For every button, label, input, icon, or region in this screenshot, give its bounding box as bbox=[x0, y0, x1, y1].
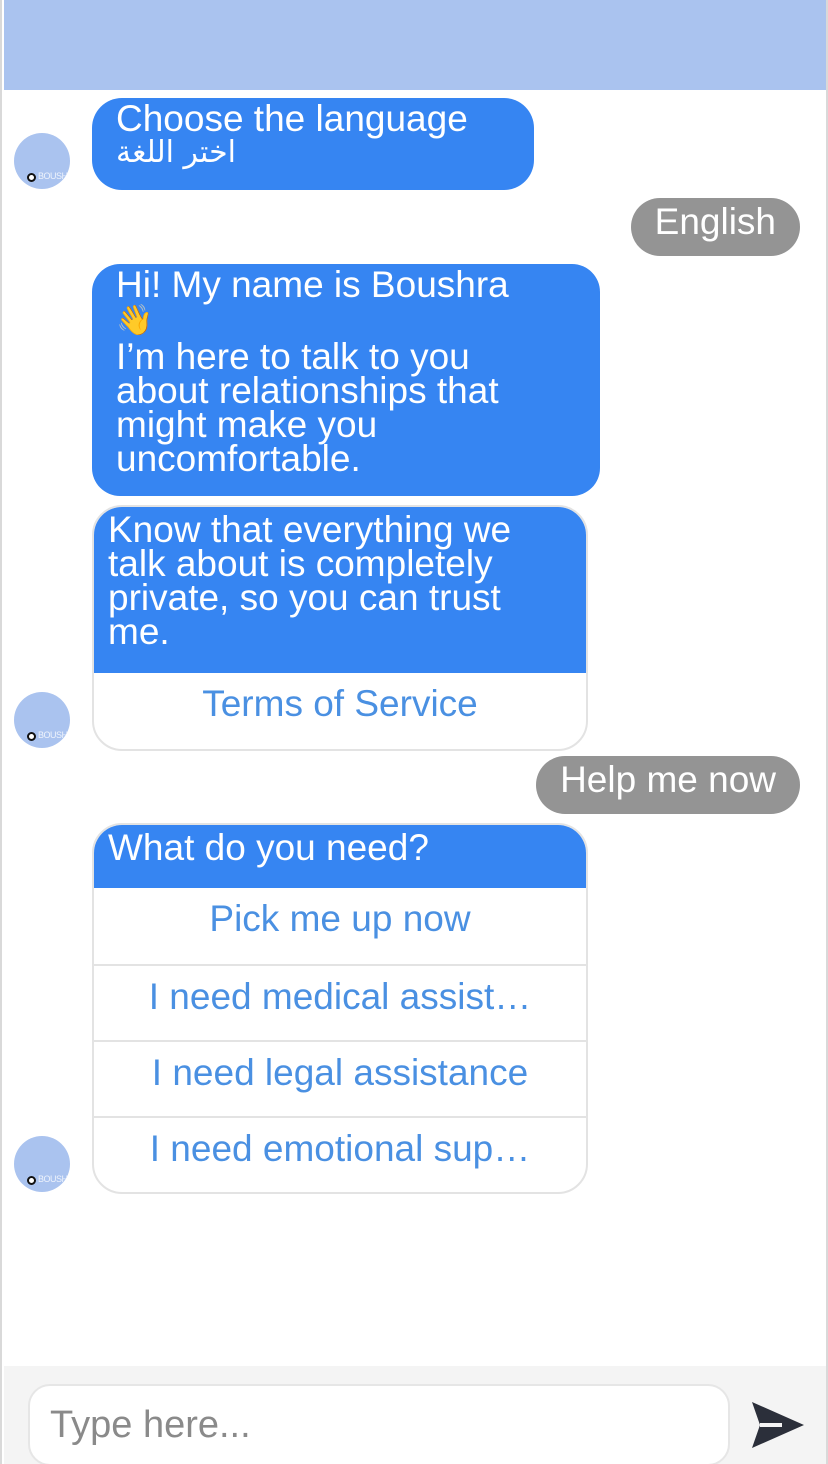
bot-avatar: BOUSHRA bbox=[14, 133, 70, 189]
message-input[interactable] bbox=[28, 1384, 730, 1464]
message-text: about relationships that bbox=[116, 370, 499, 411]
option-legal-assistance-button[interactable]: I need legal assistance bbox=[94, 1040, 586, 1116]
card-header: Know that everything we talk about is co… bbox=[94, 507, 586, 673]
message-text: uncomfortable. bbox=[116, 438, 361, 479]
avatar-watermark: BOUSHRA bbox=[38, 730, 70, 740]
message-composer bbox=[4, 1366, 826, 1464]
bot-avatar: BOUSHRA bbox=[14, 692, 70, 748]
chat-window: BOUSHRA Choose the language اختر اللغة E… bbox=[0, 0, 828, 1464]
user-message-help: Help me now bbox=[536, 756, 800, 814]
send-icon[interactable] bbox=[748, 1396, 806, 1454]
message-text: might make you bbox=[116, 404, 378, 445]
message-text: talk about is completely bbox=[108, 543, 493, 584]
user-message-english: English bbox=[630, 198, 800, 256]
message-text: What do you need? bbox=[108, 827, 429, 868]
card-header: What do you need? bbox=[94, 825, 586, 888]
message-text: private, so you can trust bbox=[108, 577, 501, 618]
message-text: Know that everything we bbox=[108, 509, 512, 550]
message-text: me. bbox=[108, 611, 170, 652]
option-emotional-support-button[interactable]: I need emotional sup… bbox=[94, 1116, 586, 1192]
waving-hand-icon: 👋 bbox=[116, 304, 154, 337]
bot-avatar: BOUSHRA bbox=[14, 1136, 70, 1192]
avatar-dot-icon bbox=[27, 173, 36, 182]
bot-card-needs: What do you need? Pick me up now I need … bbox=[92, 823, 588, 1194]
terms-of-service-button[interactable]: Terms of Service bbox=[94, 673, 586, 749]
message-text: Choose the language bbox=[116, 98, 468, 139]
message-text: I’m here to talk to you bbox=[116, 336, 470, 377]
message-text-arabic: اختر اللغة bbox=[116, 135, 236, 170]
option-medical-assistance-button[interactable]: I need medical assist… bbox=[94, 964, 586, 1040]
avatar-dot-icon bbox=[27, 732, 36, 741]
avatar-watermark: BOUSHRA bbox=[38, 1174, 70, 1184]
bot-card-privacy: Know that everything we talk about is co… bbox=[92, 505, 588, 751]
bot-message-intro: Hi! My name is Boushra 👋 I’m here to tal… bbox=[92, 264, 600, 496]
message-text: Hi! My name is Boushra bbox=[116, 264, 509, 305]
avatar-dot-icon bbox=[27, 1176, 36, 1185]
bot-message-language: Choose the language اختر اللغة bbox=[92, 98, 534, 190]
option-pick-me-up-button[interactable]: Pick me up now bbox=[94, 888, 586, 964]
avatar-watermark: BOUSHRA bbox=[38, 171, 70, 181]
app-header bbox=[4, 0, 826, 90]
